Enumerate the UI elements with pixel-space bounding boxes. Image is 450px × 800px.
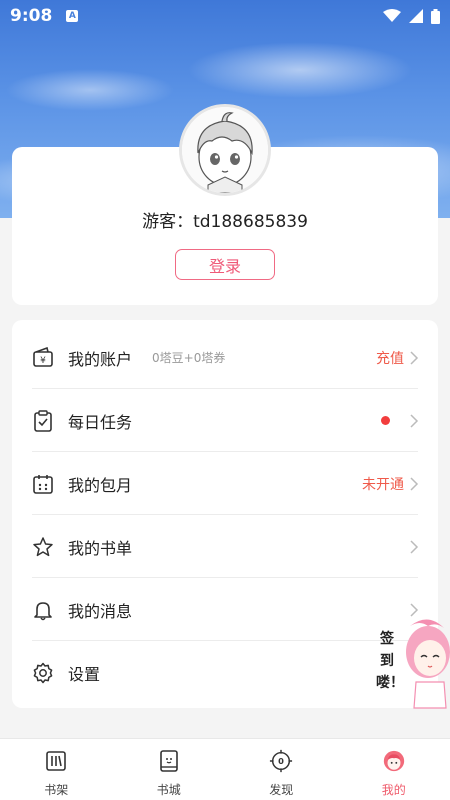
signal-icon (409, 9, 423, 23)
username: 游客：td188685839 (142, 212, 308, 232)
menu-item-label: 我的包月 (68, 475, 133, 495)
account-balance: 0塔豆+0塔券 (152, 351, 226, 365)
chevron-right-icon (410, 539, 419, 554)
task-clipboard-icon (32, 409, 54, 432)
bookshelf-icon (44, 748, 68, 774)
menu-item-monthly[interactable]: 我的包月 未开通 (12, 452, 438, 515)
tab-label: 发现 (269, 783, 294, 797)
status-bar: 9:08 A (0, 0, 450, 32)
mascot-text: 签到喽！ (376, 631, 404, 691)
monthly-status: 未开通 (362, 476, 404, 493)
tab-label: 我的 (381, 783, 406, 797)
discover-compass-icon: 0 (269, 748, 293, 774)
menu-item-booklist[interactable]: 我的书单 (12, 515, 438, 578)
star-icon (32, 536, 54, 558)
svg-text:¥: ¥ (40, 356, 46, 366)
avatar[interactable] (179, 104, 271, 196)
notification-icon: A (66, 10, 79, 22)
discover-icon-text: 0 (278, 756, 284, 766)
wallet-icon: ¥ (32, 346, 54, 369)
chevron-right-icon (410, 476, 419, 491)
menu-item-label: 我的账户 (68, 349, 133, 369)
wifi-icon (383, 9, 401, 22)
sign-in-mascot[interactable]: 签到喽！ (372, 612, 450, 712)
bottom-tab-bar: 书架 书城 0 发现 我的 (0, 738, 450, 800)
chevron-right-icon (410, 413, 419, 428)
bookstore-icon (157, 748, 181, 774)
menu-item-label: 我的书单 (68, 538, 133, 558)
tab-label: 书城 (156, 783, 181, 797)
tab-bookstore[interactable]: 书城 (113, 739, 226, 800)
menu-item-label: 我的消息 (68, 601, 133, 621)
menu-item-label: 每日任务 (68, 412, 133, 432)
chevron-right-icon (410, 350, 419, 365)
calendar-icon (32, 473, 54, 495)
menu-item-daily-tasks[interactable]: 每日任务 (12, 389, 438, 452)
tab-mine[interactable]: 我的 (338, 739, 450, 800)
menu-item-label: 设置 (68, 664, 101, 684)
battery-icon (431, 8, 440, 24)
tab-label: 书架 (44, 783, 69, 797)
my-avatar-icon (382, 748, 406, 774)
tab-bookshelf[interactable]: 书架 (0, 739, 113, 800)
login-button[interactable]: 登录 (175, 249, 275, 280)
unread-dot (381, 416, 390, 425)
menu-item-account[interactable]: ¥ 我的账户 0塔豆+0塔券 充值 (12, 326, 438, 389)
gear-icon (32, 662, 54, 684)
recharge-link[interactable]: 充值 (376, 348, 404, 368)
status-time: 9:08 (10, 6, 53, 26)
tab-discover[interactable]: 0 发现 (225, 739, 338, 800)
bell-icon (32, 599, 54, 621)
